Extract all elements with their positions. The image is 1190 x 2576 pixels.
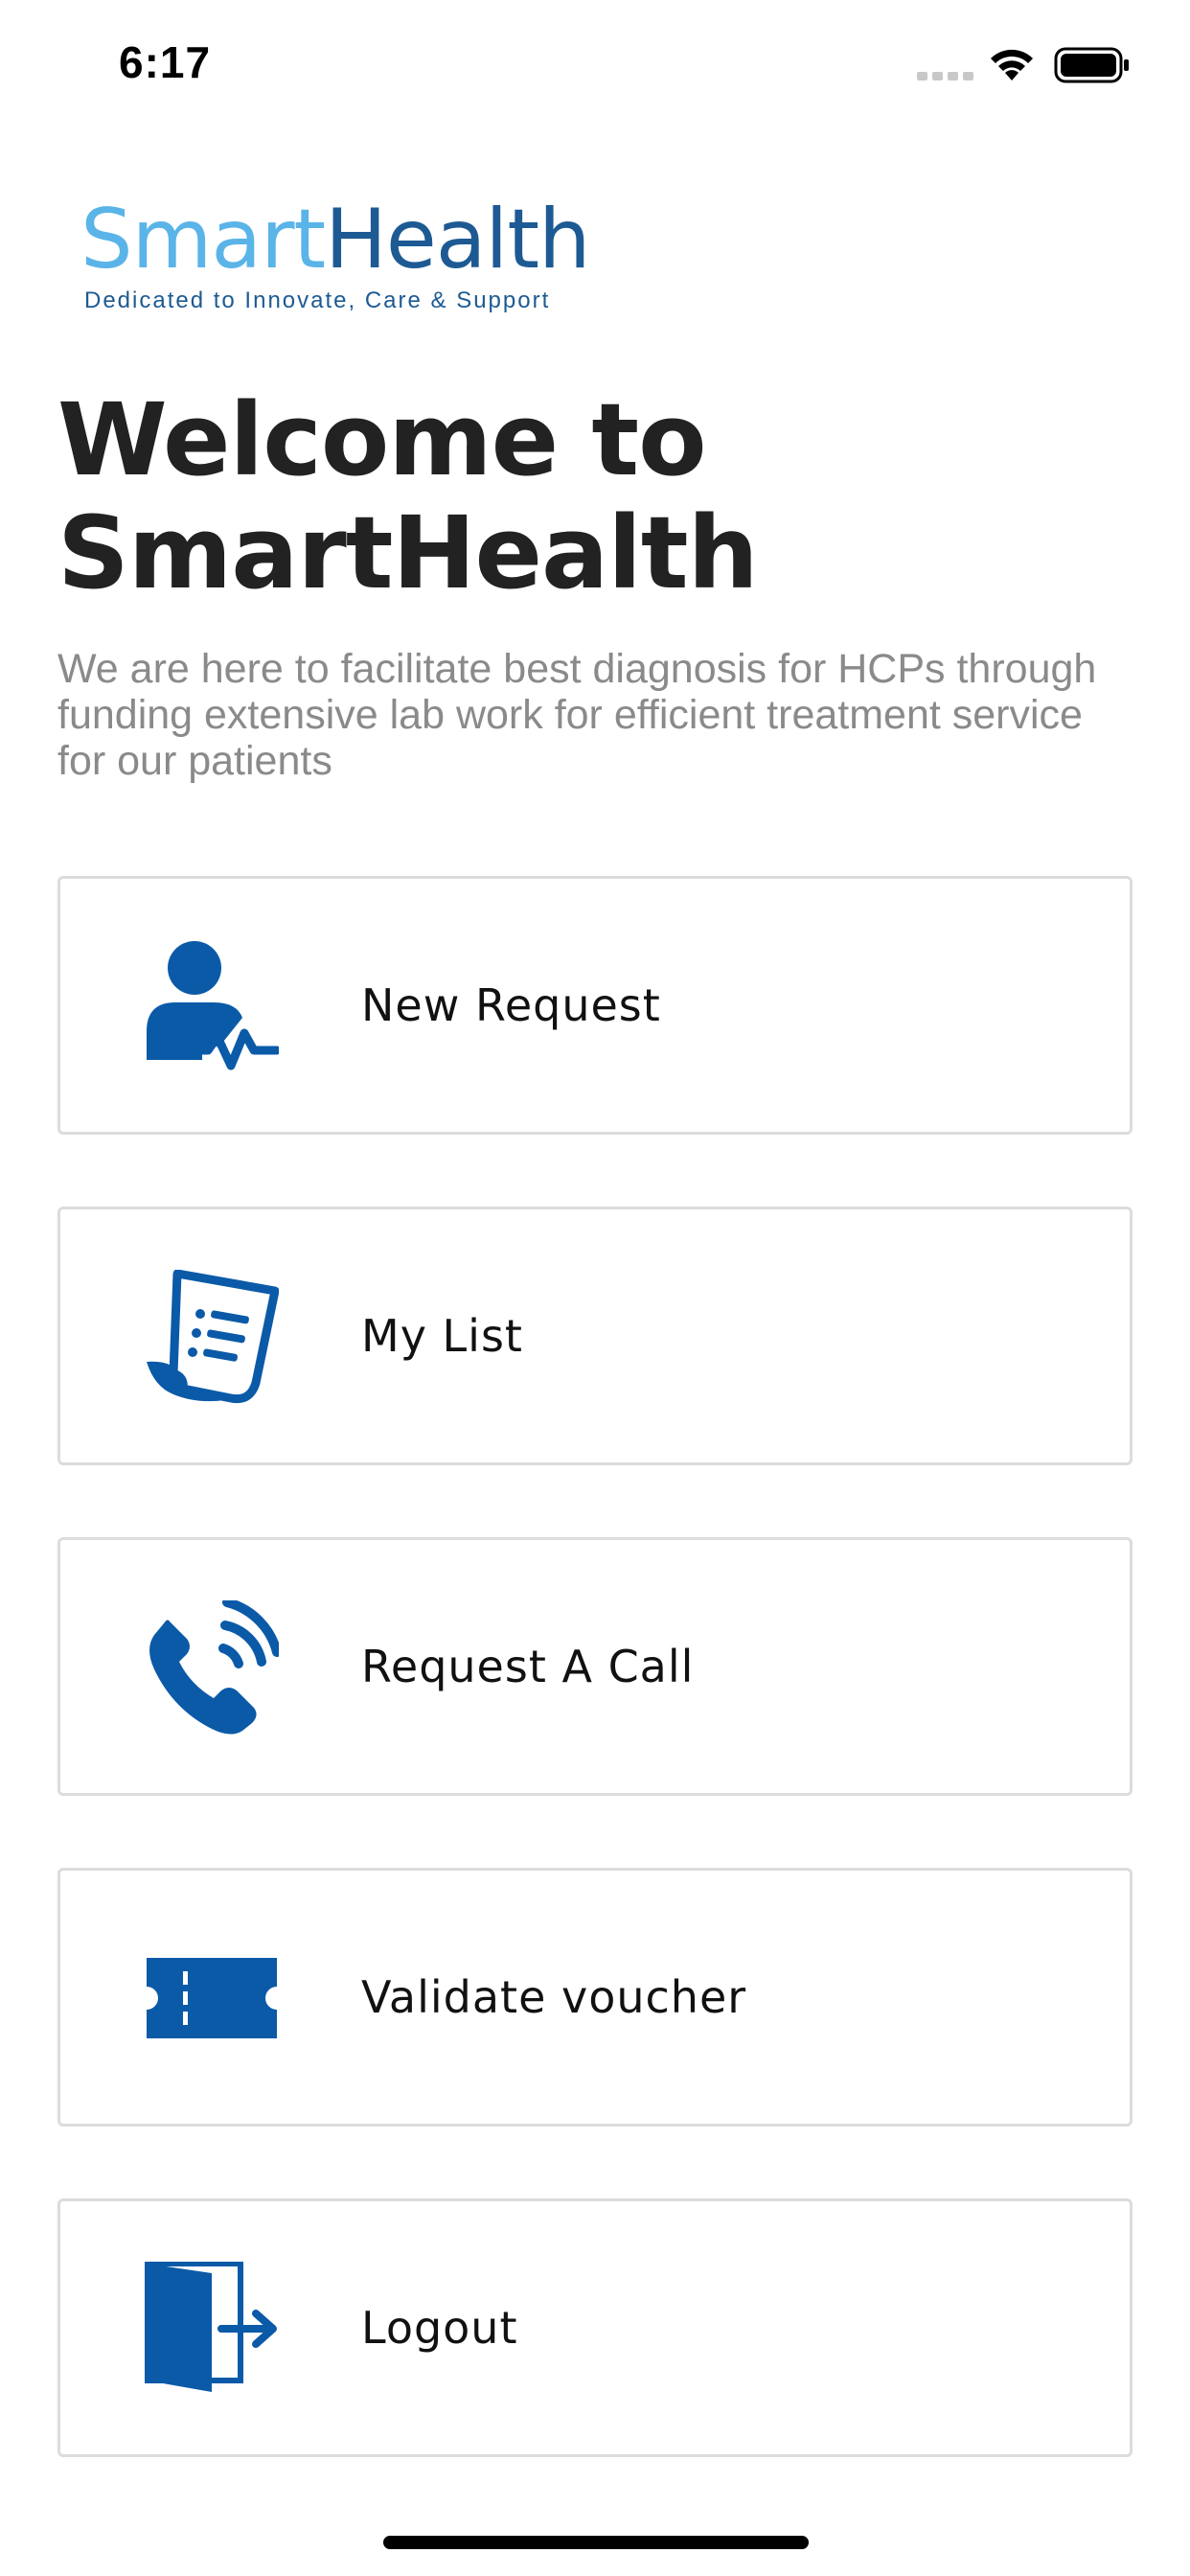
logout-label: Logout xyxy=(361,2302,518,2354)
welcome-title: Welcome to SmartHealth xyxy=(57,383,1131,610)
request-a-call-label: Request A Call xyxy=(361,1641,695,1692)
status-bar: 6:17 xyxy=(0,0,1190,126)
new-request-button[interactable]: New Request xyxy=(57,876,1133,1135)
validate-voucher-label: Validate voucher xyxy=(361,1971,747,2023)
logo-word-health: Health xyxy=(325,192,590,288)
cellular-signal-icon xyxy=(917,72,973,80)
logout-door-icon xyxy=(145,2262,277,2392)
logo-wordmark: SmartHealth xyxy=(80,192,591,288)
status-time: 6:17 xyxy=(119,37,212,87)
new-request-label: New Request xyxy=(361,979,661,1031)
logo-tagline: Dedicated to Innovate, Care & Support xyxy=(84,288,551,313)
logout-button[interactable]: Logout xyxy=(57,2198,1133,2457)
patient-heartbeat-icon xyxy=(147,941,279,1070)
welcome-title-line1: Welcome to xyxy=(57,381,707,498)
my-list-button[interactable]: My List xyxy=(57,1207,1133,1465)
request-a-call-button[interactable]: Request A Call xyxy=(57,1537,1133,1796)
welcome-title-line2: SmartHealth xyxy=(57,494,759,611)
smarthealth-logo: SmartHealth Dedicated to Innovate, Care … xyxy=(80,192,617,326)
home-indicator[interactable] xyxy=(383,2536,809,2549)
validate-voucher-button[interactable]: Validate voucher xyxy=(57,1868,1133,2127)
welcome-subtitle: We are here to facilitate best diagnosis… xyxy=(57,646,1097,784)
voucher-ticket-icon xyxy=(147,1958,277,2038)
battery-icon xyxy=(1054,47,1129,83)
wifi-icon xyxy=(991,49,1033,80)
my-list-label: My List xyxy=(361,1310,523,1362)
phone-call-icon xyxy=(149,1600,279,1735)
document-list-icon xyxy=(147,1270,279,1404)
logo-word-smart: Smart xyxy=(80,192,326,288)
main-menu: New Request My List Request A Call Valid… xyxy=(57,876,1133,2529)
